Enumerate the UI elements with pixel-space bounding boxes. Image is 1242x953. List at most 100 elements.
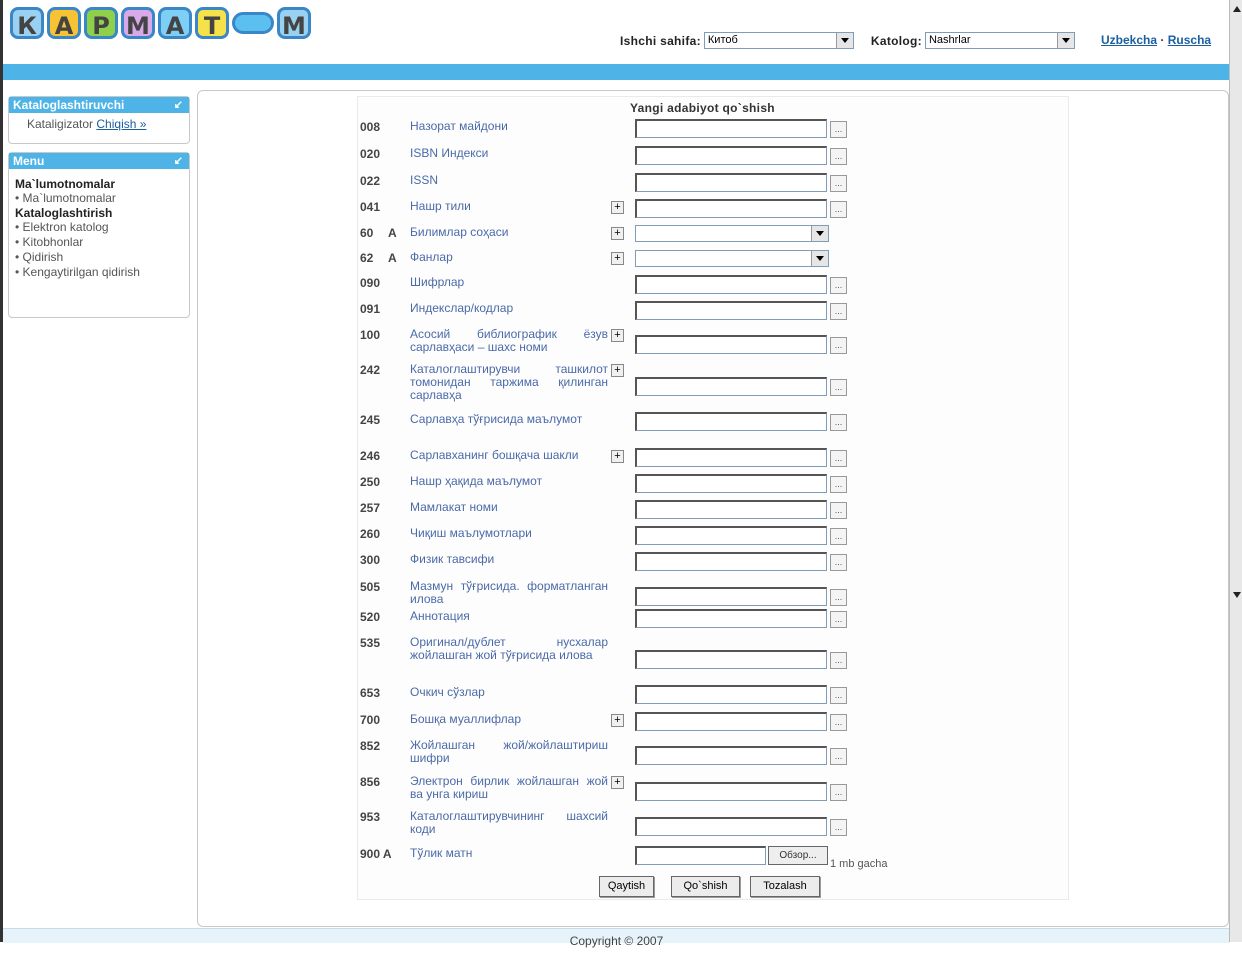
field-input[interactable] xyxy=(635,377,827,396)
lookup-button[interactable]: ... xyxy=(830,784,847,801)
field-input[interactable] xyxy=(635,817,827,836)
vertical-scrollbar[interactable] xyxy=(1229,0,1242,942)
add-repeat-button[interactable]: + xyxy=(611,776,624,789)
add-repeat-button[interactable]: + xyxy=(611,450,624,463)
field-input[interactable] xyxy=(635,685,827,704)
lookup-button[interactable]: ... xyxy=(830,450,847,467)
lookup-button[interactable]: ... xyxy=(830,589,847,606)
field-input[interactable] xyxy=(635,335,827,354)
menu-item-references[interactable]: Ma`lumotnomalar xyxy=(15,191,183,206)
scroll-up-icon[interactable] xyxy=(1233,6,1241,12)
field-input[interactable] xyxy=(635,275,827,294)
field-label: Назорат майдони xyxy=(410,119,508,133)
lang-russian-link[interactable]: Ruscha xyxy=(1168,33,1211,47)
field-label: Шифрлар xyxy=(410,275,465,289)
field-input[interactable] xyxy=(635,500,827,519)
lookup-button[interactable]: ... xyxy=(830,121,847,138)
menu-item-advanced-search[interactable]: Kengaytirilgan qidirish xyxy=(15,265,183,280)
lookup-button[interactable]: ... xyxy=(830,476,847,493)
lookup-button[interactable]: ... xyxy=(830,714,847,731)
field-input[interactable] xyxy=(635,448,827,467)
menu-item-search[interactable]: Qidirish xyxy=(15,250,183,265)
field-label: Физик тавсифи xyxy=(410,552,495,566)
back-button[interactable]: Qaytish xyxy=(599,876,654,897)
add-repeat-button[interactable]: + xyxy=(611,252,624,265)
lookup-button[interactable]: ... xyxy=(830,379,847,396)
add-button[interactable]: Qo`shish xyxy=(671,876,740,897)
field-label: Нашр тили xyxy=(410,199,471,213)
field-label: Бошқа муаллифлар xyxy=(410,712,522,726)
lookup-button[interactable]: ... xyxy=(830,303,847,320)
lookup-button[interactable]: ... xyxy=(830,414,847,431)
work-page-select[interactable]: Китоб xyxy=(703,32,854,49)
collapse-icon[interactable]: ↙ xyxy=(174,153,183,169)
add-repeat-button[interactable]: + xyxy=(611,364,624,377)
logo[interactable]: К А Р М А Т М xyxy=(10,7,311,40)
cataloger-panel-header[interactable]: Kataloglashtiruvchi ↙ xyxy=(9,97,189,113)
menu-panel-header[interactable]: Menu ↙ xyxy=(9,153,189,169)
lang-uzbek-link[interactable]: Uzbekcha xyxy=(1101,33,1157,47)
lookup-button[interactable]: ... xyxy=(830,277,847,294)
menu-group-references: Ma`lumotnomalar xyxy=(15,177,116,191)
lookup-button[interactable]: ... xyxy=(830,337,847,354)
field-input[interactable] xyxy=(635,782,827,801)
chevron-down-icon[interactable] xyxy=(811,251,828,266)
field-input[interactable] xyxy=(635,199,827,218)
field-label: Аннотация xyxy=(410,609,470,623)
browse-button[interactable]: Обзор... xyxy=(768,846,828,865)
field-input[interactable] xyxy=(635,609,827,628)
field-input[interactable] xyxy=(635,526,827,545)
cataloger-panel: Kataloglashtiruvchi ↙ Kataligizator Chiq… xyxy=(8,96,190,144)
field-input[interactable] xyxy=(635,146,827,165)
field-input[interactable] xyxy=(635,119,827,138)
work-page-label: Ishchi sahifa: xyxy=(620,33,701,48)
chevron-down-icon[interactable] xyxy=(811,226,828,241)
field-label: Каталоглаштирувчи ташкилот томонидан тар… xyxy=(410,362,608,402)
field-input[interactable] xyxy=(635,412,827,431)
clear-button[interactable]: Tozalash xyxy=(750,876,820,897)
add-repeat-button[interactable]: + xyxy=(611,329,624,342)
lookup-button[interactable]: ... xyxy=(830,687,847,704)
menu-item-electronic-catalog[interactable]: Elektron katolog xyxy=(15,220,183,235)
chevron-down-icon[interactable] xyxy=(1056,33,1074,48)
add-repeat-button[interactable]: + xyxy=(611,714,624,727)
lookup-button[interactable]: ... xyxy=(830,175,847,192)
field-input[interactable] xyxy=(635,474,827,493)
logout-link[interactable]: Chiqish » xyxy=(96,117,146,131)
field-input[interactable] xyxy=(635,746,827,765)
lookup-button[interactable]: ... xyxy=(830,554,847,571)
catalog-value: Nashrlar xyxy=(928,34,971,46)
chevron-down-icon[interactable] xyxy=(835,33,853,48)
lookup-button[interactable]: ... xyxy=(830,652,847,669)
field-input[interactable] xyxy=(635,712,827,731)
field-select[interactable] xyxy=(635,225,829,242)
lookup-button[interactable]: ... xyxy=(830,611,847,628)
scroll-down-icon[interactable] xyxy=(1233,592,1241,598)
field-select[interactable] xyxy=(635,250,829,267)
add-repeat-button[interactable]: + xyxy=(611,201,624,214)
lookup-button[interactable]: ... xyxy=(830,201,847,218)
logo-letter: А xyxy=(47,7,81,40)
lookup-button[interactable]: ... xyxy=(830,819,847,836)
field-code: 242 xyxy=(360,363,381,377)
field-input[interactable] xyxy=(635,650,827,669)
field-input[interactable] xyxy=(635,301,827,320)
catalog-select[interactable]: Nashrlar xyxy=(924,32,1075,49)
lookup-button[interactable]: ... xyxy=(830,502,847,519)
user-name: Kataligizator xyxy=(27,117,94,131)
lookup-button[interactable]: ... xyxy=(830,148,847,165)
field-label: Очкич сўзлар xyxy=(410,685,485,699)
field-code: 535 xyxy=(360,636,381,650)
field-code: 257 xyxy=(360,501,381,515)
menu-panel-title: Menu xyxy=(13,154,45,168)
file-path-input[interactable] xyxy=(635,846,766,865)
logo-letter: М xyxy=(121,7,155,40)
add-repeat-button[interactable]: + xyxy=(611,227,624,240)
field-input[interactable] xyxy=(635,173,827,192)
field-input[interactable] xyxy=(635,587,827,606)
lookup-button[interactable]: ... xyxy=(830,528,847,545)
menu-item-readers[interactable]: Kitobhonlar xyxy=(15,235,183,250)
field-input[interactable] xyxy=(635,552,827,571)
collapse-icon[interactable]: ↙ xyxy=(174,97,183,113)
lookup-button[interactable]: ... xyxy=(830,748,847,765)
